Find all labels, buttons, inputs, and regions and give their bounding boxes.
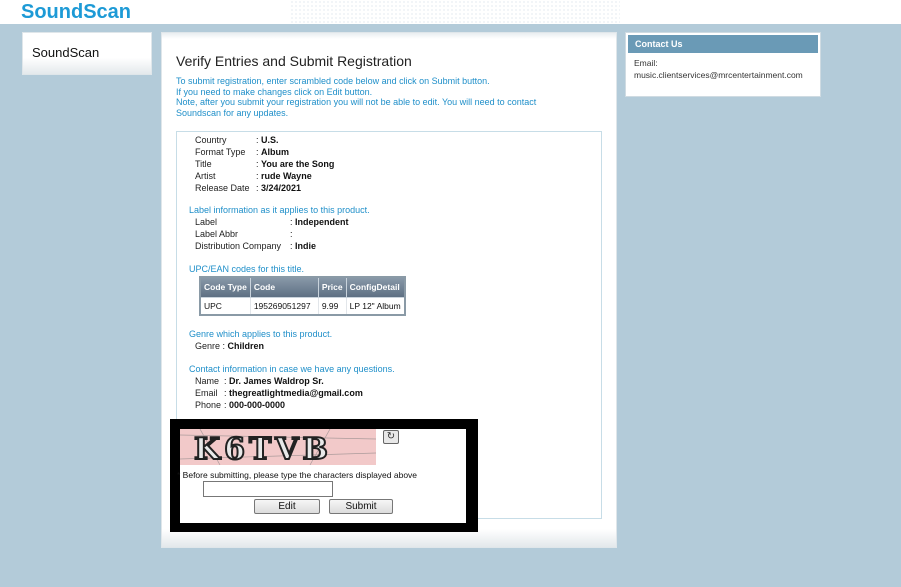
- captcha-input[interactable]: [203, 481, 333, 497]
- release-label: Release Date: [195, 183, 250, 193]
- label-abbr-label: Label Abbr: [195, 229, 239, 239]
- format-label: Format Type: [195, 147, 246, 157]
- format-value: Album: [261, 147, 290, 157]
- upc-cell: LP 12" Album: [346, 296, 406, 315]
- table-row: UPC 195269051297 9.99 LP 12" Album: [200, 296, 406, 315]
- country-value: U.S.: [261, 135, 279, 145]
- intro-text: To submit registration, enter scrambled …: [176, 76, 606, 118]
- intro-line: Note, after you submit your registration…: [176, 97, 537, 107]
- upc-col-code-type[interactable]: Code Type: [200, 277, 251, 297]
- artist-label: Artist: [195, 171, 216, 181]
- email-label: Email: [195, 388, 218, 398]
- captcha-box: K6TVB ↻ * Before submitting, please type…: [170, 419, 478, 532]
- intro-line: Soundscan for any updates.: [176, 107, 289, 118]
- top-bar: SoundScan: [0, 0, 901, 24]
- captcha-inner: K6TVB ↻ * Before submitting, please type…: [177, 428, 466, 523]
- brand-logo[interactable]: SoundScan: [21, 1, 131, 24]
- captcha-instruction: * Before submitting, please type the cha…: [177, 470, 418, 480]
- label-details: Label: Independent Label Abbr: Distribut…: [195, 217, 349, 251]
- edit-button[interactable]: Edit: [254, 499, 320, 514]
- intro-line: If you need to make changes click on Edi…: [176, 86, 373, 97]
- upc-cell: 9.99: [318, 296, 347, 315]
- distribution-label: Distribution Company: [195, 241, 282, 251]
- genre-details: Genre : Children: [195, 341, 265, 351]
- country-label: Country: [195, 135, 227, 145]
- upc-table: Code Type Code Price ConfigDetail UPC 19…: [199, 276, 406, 316]
- title-value: You are the Song: [261, 159, 335, 169]
- left-nav-box[interactable]: SoundScan: [22, 32, 152, 75]
- upc-heading: UPC/EAN codes for this title.: [189, 264, 305, 274]
- genre-label: Genre: [195, 341, 221, 351]
- contact-email-link[interactable]: music.clientservices@mrcentertainment.co…: [634, 69, 803, 81]
- intro-line: To submit registration, enter scrambled …: [176, 76, 490, 86]
- email-value: thegreatlightmedia@gmail.com: [229, 388, 363, 398]
- header-pattern: [290, 0, 620, 24]
- name-value: Dr. James Waldrop Sr.: [229, 376, 324, 386]
- distribution-value: Indie: [295, 241, 317, 251]
- contact-us-body: Email: music.clientservices@mrcentertain…: [634, 57, 803, 81]
- label-label: Label: [195, 217, 218, 227]
- contact-us-box: Contact Us Email: music.clientservices@m…: [625, 32, 821, 97]
- upc-cell: UPC: [200, 296, 251, 315]
- phone-value: 000-000-0000: [229, 400, 286, 410]
- title-label: Title: [195, 159, 212, 169]
- contact-us-title: Contact Us: [628, 35, 818, 53]
- label-info-heading: Label information as it applies to this …: [189, 205, 370, 215]
- refresh-icon[interactable]: ↻: [383, 430, 399, 444]
- upc-col-code[interactable]: Code: [250, 277, 319, 297]
- genre-value: Children: [227, 341, 265, 351]
- product-details: Country: U.S. Format Type: Album Title: …: [195, 135, 335, 193]
- captcha-image: K6TVB: [179, 428, 377, 468]
- upc-col-config[interactable]: ConfigDetail: [346, 277, 406, 297]
- captcha-text: K6TVB: [194, 432, 332, 465]
- genre-heading: Genre which applies to this product.: [189, 329, 333, 339]
- contact-details: Name: Dr. James Waldrop Sr. Email: thegr…: [195, 376, 363, 410]
- submit-button[interactable]: Submit: [329, 499, 393, 514]
- artist-value: rude Wayne: [261, 171, 312, 181]
- name-label: Name: [195, 376, 220, 386]
- upc-col-price[interactable]: Price: [318, 277, 347, 297]
- contact-email-label: Email:: [634, 58, 658, 68]
- left-nav-label: SoundScan: [32, 45, 100, 60]
- contact-info-heading: Contact information in case we have any …: [189, 364, 395, 374]
- release-value: 3/24/2021: [261, 183, 302, 193]
- upc-cell: 195269051297: [250, 296, 319, 315]
- phone-label: Phone: [195, 400, 222, 410]
- captcha-graphic: K6TVB: [179, 428, 377, 468]
- page-title: Verify Entries and Submit Registration: [176, 53, 412, 69]
- label-value: Independent: [295, 217, 349, 227]
